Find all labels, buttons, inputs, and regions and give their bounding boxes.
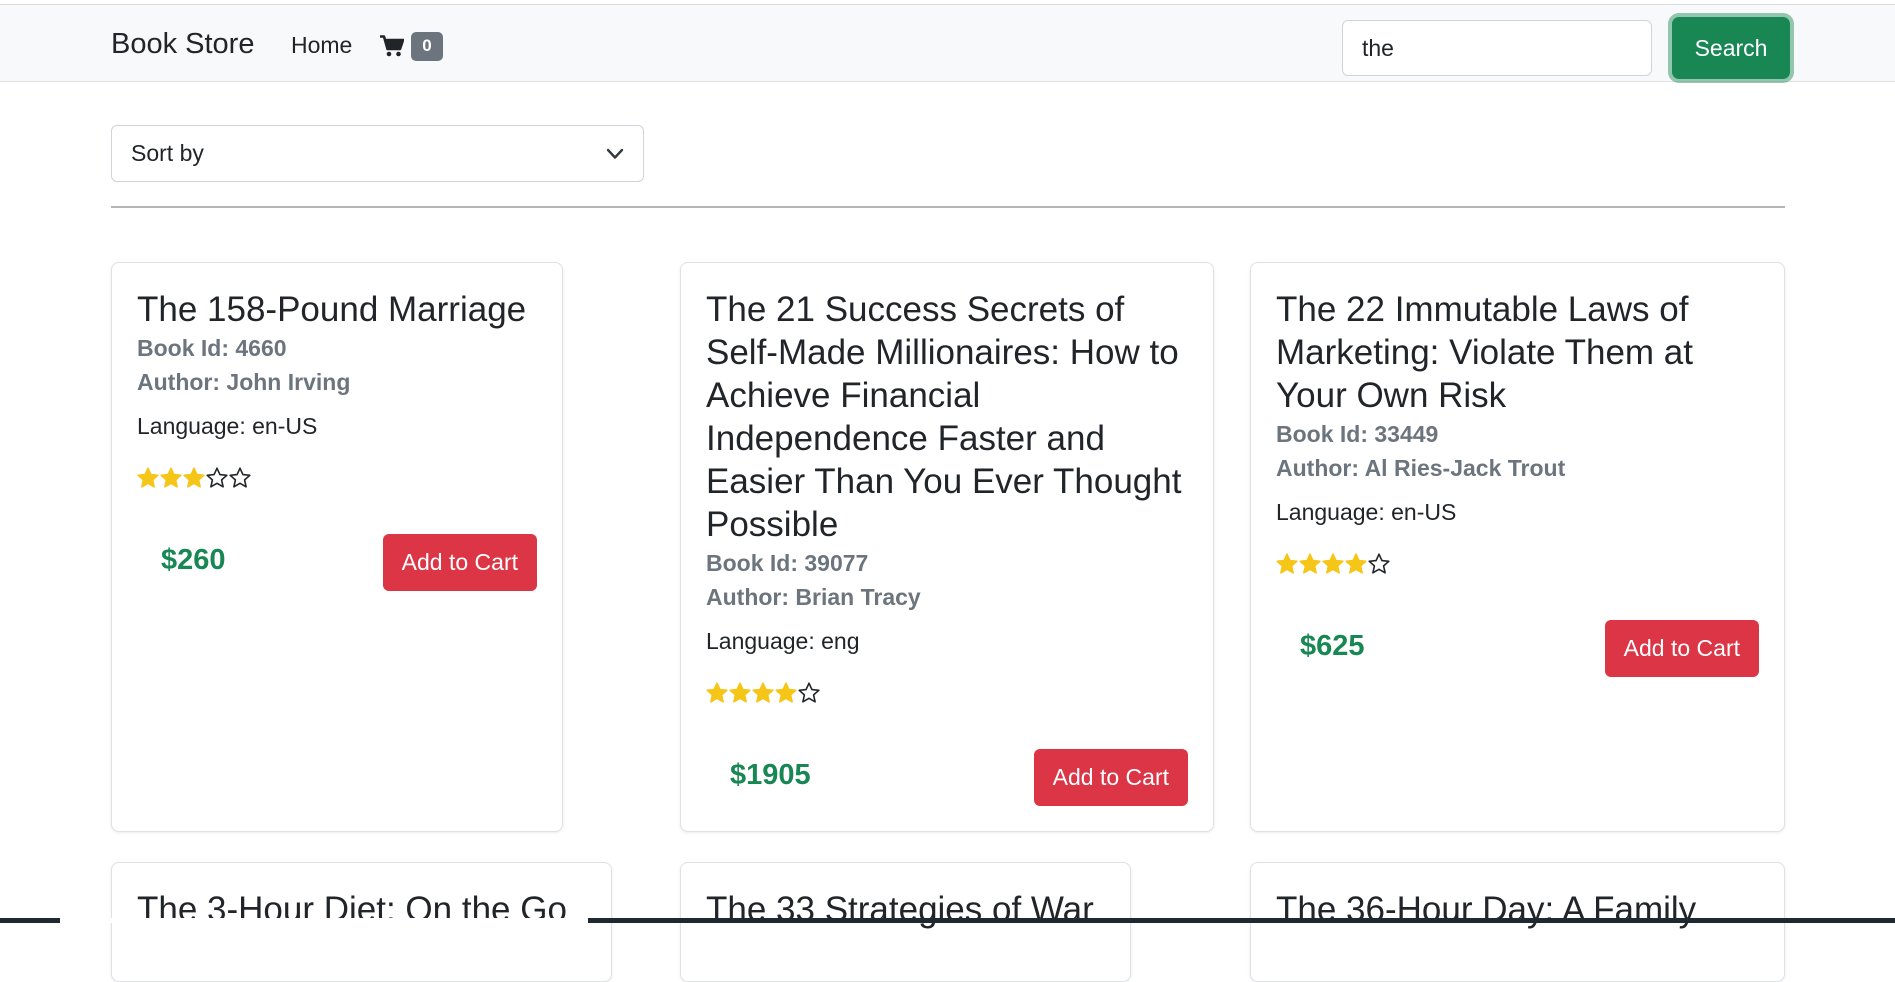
sort-by-select[interactable]: Sort by (111, 125, 644, 182)
cart-count-badge: 0 (411, 31, 443, 61)
shopping-cart-icon (380, 35, 404, 57)
star-filled-icon (1299, 553, 1321, 574)
book-price: $1905 (730, 759, 811, 791)
brand-logo[interactable]: Book Store (111, 28, 254, 61)
star-filled-icon (160, 467, 182, 488)
book-author: Author: John Irving (137, 369, 351, 395)
star-filled-icon (1322, 553, 1344, 574)
taskbar-gap (60, 918, 588, 923)
search-button[interactable]: Search (1672, 17, 1790, 79)
star-filled-icon (729, 682, 751, 703)
divider (111, 206, 1785, 208)
rating-stars (706, 682, 1188, 708)
chevron-down-icon (606, 148, 624, 159)
rating-stars (1276, 553, 1759, 579)
star-empty-icon (229, 467, 251, 488)
book-title[interactable]: The 36-Hour Day: A Family (1276, 888, 1759, 931)
book-author: Author: Brian Tracy (706, 584, 921, 610)
book-id: Book Id: 4660 (137, 335, 287, 361)
star-filled-icon (183, 467, 205, 488)
add-to-cart-button[interactable]: Add to Cart (1604, 620, 1759, 677)
nav-home-link[interactable]: Home (291, 32, 352, 59)
star-filled-icon (1345, 553, 1367, 574)
book-author: Author: Al Ries-Jack Trout (1276, 455, 1566, 481)
book-title[interactable]: The 22 Immutable Laws of Marketing: Viol… (1276, 288, 1759, 417)
navbar: Book Store Home 0 Search (0, 5, 1895, 82)
book-card: The 22 Immutable Laws of Marketing: Viol… (1250, 262, 1785, 832)
book-title[interactable]: The 3-Hour Diet: On the Go (137, 888, 586, 931)
book-language: Language: en-US (137, 413, 318, 439)
book-title[interactable]: The 21 Success Secrets of Self-Made Mill… (706, 288, 1188, 546)
cart-link[interactable]: 0 (380, 31, 443, 61)
add-to-cart-button[interactable]: Add to Cart (382, 534, 537, 591)
card-footer: $260 Add to Cart (112, 534, 562, 592)
book-card: The 158-Pound Marriage Book Id: 4660 Aut… (111, 262, 563, 832)
book-title[interactable]: The 158-Pound Marriage (137, 288, 537, 331)
star-empty-icon (206, 467, 228, 488)
book-price: $625 (1300, 630, 1365, 662)
star-filled-icon (752, 682, 774, 703)
star-empty-icon (1368, 553, 1390, 574)
book-language: Language: en-US (1276, 499, 1457, 525)
star-filled-icon (706, 682, 728, 703)
book-id: Book Id: 33449 (1276, 421, 1439, 447)
book-title[interactable]: The 33 Strategies of War (706, 888, 1105, 931)
star-empty-icon (798, 682, 820, 703)
book-price: $260 (161, 544, 226, 576)
star-filled-icon (137, 467, 159, 488)
card-footer: $1905 Add to Cart (681, 749, 1213, 807)
add-to-cart-button[interactable]: Add to Cart (1033, 749, 1188, 806)
book-id: Book Id: 39077 (706, 550, 869, 576)
book-language: Language: eng (706, 628, 860, 654)
card-footer: $625 Add to Cart (1251, 620, 1784, 678)
book-card: The 21 Success Secrets of Self-Made Mill… (680, 262, 1214, 832)
sort-by-label: Sort by (131, 140, 204, 166)
star-filled-icon (1276, 553, 1298, 574)
search-input[interactable] (1342, 20, 1652, 76)
star-filled-icon (775, 682, 797, 703)
rating-stars (137, 467, 537, 493)
